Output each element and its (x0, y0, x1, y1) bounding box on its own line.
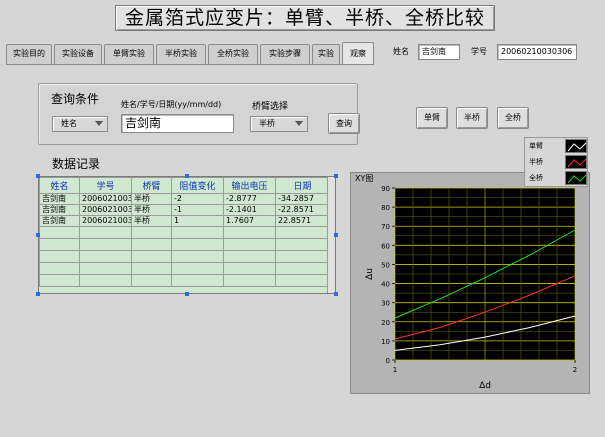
col-header-name: 姓名 (39, 177, 80, 194)
selection-handle[interactable] (36, 174, 40, 178)
y-tick-label: 80 (381, 204, 390, 212)
tab-full-bridge[interactable]: 全桥实验 (208, 44, 258, 64)
x-axis-label: Δd (479, 381, 491, 391)
table-row[interactable] (39, 262, 330, 275)
selection-handle[interactable] (36, 233, 40, 237)
y-axis-label: Δu (365, 268, 375, 280)
condition-dropdown[interactable]: 姓名 (52, 116, 108, 132)
table-row[interactable] (39, 226, 330, 239)
col-header-voltage: 输出电压 (223, 177, 276, 194)
chevron-down-icon (295, 121, 303, 126)
selection-handle[interactable] (36, 292, 40, 296)
single-arm-button[interactable]: 单臂 (416, 107, 448, 129)
legend-label: 单臂 (529, 142, 543, 150)
tab-purpose[interactable]: 实验目的 (6, 44, 52, 64)
records-table[interactable]: 姓名 学号 桥臂 阻值变化 输出电压 日期 吉剑南 2006021003 半桥 … (38, 176, 336, 294)
tab-divider (6, 64, 374, 65)
cell: -2.8777 (223, 193, 276, 205)
arm-select-label: 桥臂选择 (252, 102, 289, 112)
half-bridge-button[interactable]: 半桥 (456, 107, 488, 129)
tab-observe[interactable]: 观察 (342, 42, 374, 65)
cell: 吉剑南 (39, 193, 80, 205)
cell: 吉剑南 (39, 215, 80, 227)
selection-handle[interactable] (185, 292, 189, 296)
x-tick-label: 2 (573, 366, 577, 374)
id-label: 学号 (471, 47, 487, 56)
selection-handle[interactable] (185, 174, 189, 178)
selection-handle[interactable] (334, 233, 338, 237)
cell: -2.1401 (223, 204, 276, 216)
cell: 1.7607 (223, 215, 276, 227)
legend-swatch (565, 155, 587, 169)
cell: 2006021003 (79, 204, 132, 216)
y-tick-label: 20 (381, 319, 390, 327)
arm-dropdown[interactable]: 半桥 (250, 116, 308, 132)
table-row[interactable] (39, 238, 330, 251)
table-row[interactable]: 吉剑南 2006021003 半桥 1 1.7607 22.8571 (39, 215, 330, 227)
table-header-row: 姓名 学号 桥臂 阻值变化 输出电压 日期 (39, 177, 330, 194)
cell: -22.8571 (275, 204, 330, 216)
cell: 1 (171, 215, 224, 227)
cell: 半桥 (131, 193, 172, 205)
tab-experiment[interactable]: 实验 (312, 44, 340, 64)
cell: 2006021003 (79, 215, 132, 227)
tab-equipment[interactable]: 实验设备 (54, 44, 102, 64)
legend-item-half[interactable]: 半桥 (529, 155, 587, 169)
cell: 半桥 (131, 215, 172, 227)
cell: 半桥 (131, 204, 172, 216)
cell: -1 (171, 204, 224, 216)
legend-label: 半桥 (529, 158, 543, 166)
cell: 22.8571 (275, 215, 330, 227)
legend-swatch (565, 139, 587, 153)
id-display: 20060210030306 (497, 44, 577, 60)
table-row[interactable] (39, 250, 330, 263)
y-tick-label: 60 (381, 242, 390, 250)
page-title: 金属箔式应变片：单臂、半桥、全桥比较 (115, 5, 495, 31)
xy-graph: XY图 0 10 20 30 40 50 60 70 80 90 1 2 Δu Δd (355, 174, 577, 391)
legend-item-single[interactable]: 单臂 (529, 139, 587, 153)
col-header-id: 学号 (79, 177, 132, 194)
selection-handle[interactable] (334, 292, 338, 296)
tab-steps[interactable]: 实验步骤 (260, 44, 310, 64)
arm-dropdown-value: 半桥 (259, 119, 275, 128)
tab-single-arm[interactable]: 单臂实验 (104, 44, 154, 64)
y-tick-label: 10 (381, 338, 390, 346)
query-input-label: 姓名/学号/日期(yy/mm/dd) (121, 100, 222, 109)
selection-handle[interactable] (334, 174, 338, 178)
cell: -2 (171, 193, 224, 205)
y-tick-label: 40 (381, 281, 390, 289)
cell: 吉剑南 (39, 204, 80, 216)
name-display: 吉剑南 (418, 44, 460, 60)
y-tick-label: 90 (381, 185, 390, 193)
col-header-arm: 桥臂 (131, 177, 172, 194)
y-tick-label: 0 (386, 357, 390, 365)
query-input[interactable]: 吉剑南 (121, 114, 234, 133)
col-header-resistance: 阻值变化 (171, 177, 224, 194)
records-title: 数据记录 (52, 157, 101, 171)
table-row[interactable]: 吉剑南 2006021003 半桥 -1 -2.1401 -22.8571 (39, 204, 330, 216)
full-bridge-button[interactable]: 全桥 (497, 107, 529, 129)
col-header-date: 日期 (275, 177, 330, 194)
condition-dropdown-value: 姓名 (61, 119, 77, 128)
table-row[interactable] (39, 274, 330, 287)
name-label: 姓名 (393, 47, 409, 56)
tab-half-bridge[interactable]: 半桥实验 (156, 44, 206, 64)
cell: -34.2857 (275, 193, 330, 205)
y-tick-label: 50 (381, 261, 390, 269)
y-tick-label: 30 (381, 300, 390, 308)
query-button[interactable]: 查询 (328, 113, 360, 134)
table-row[interactable]: 吉剑南 2006021003 半桥 -2 -2.8777 -34.2857 (39, 193, 330, 205)
chevron-down-icon (95, 121, 103, 126)
chart-title: XY图 (355, 174, 373, 183)
cell: 2006021003 (79, 193, 132, 205)
query-title: 查询条件 (51, 92, 100, 106)
x-tick-label: 1 (393, 366, 397, 374)
y-tick-label: 70 (381, 223, 390, 231)
